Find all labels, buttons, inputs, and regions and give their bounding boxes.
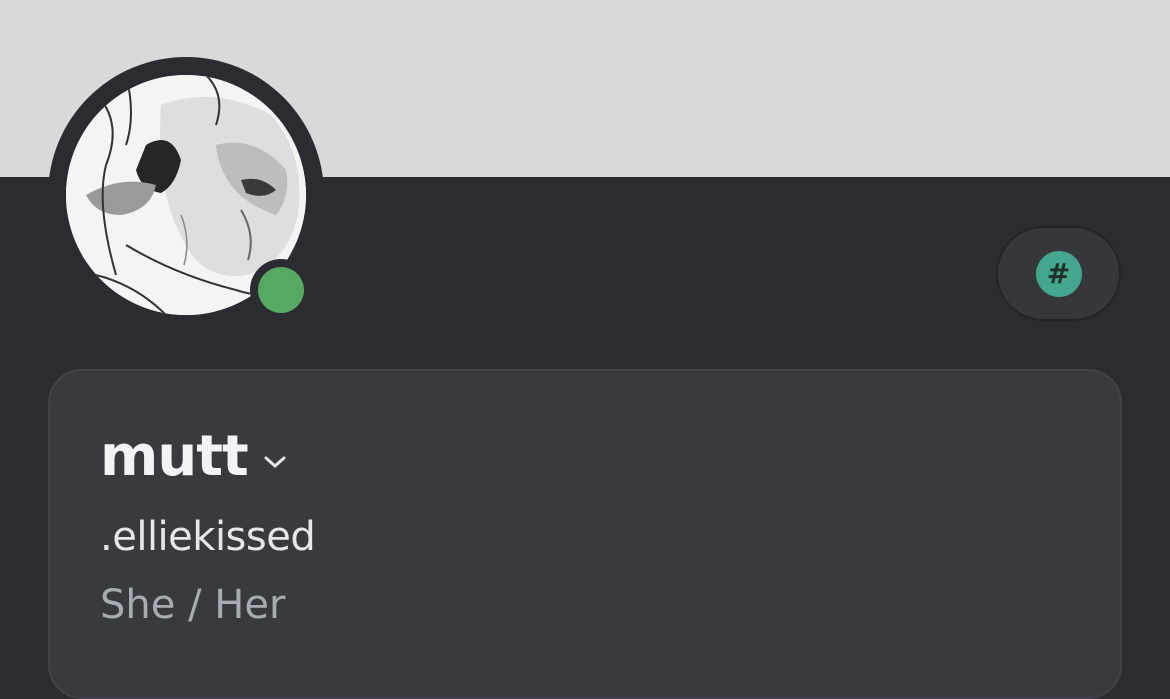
display-name: mutt	[100, 424, 249, 489]
display-name-row[interactable]: mutt	[100, 429, 288, 485]
pronouns: She / Her	[100, 582, 286, 628]
profile-info-card: mutt .elliekissed She / Her	[48, 369, 1122, 699]
badge-button[interactable]: #	[996, 226, 1121, 321]
username: .elliekissed	[100, 514, 316, 560]
online-status-indicator	[258, 267, 304, 313]
hash-icon: #	[1035, 250, 1082, 297]
chevron-down-icon[interactable]	[262, 453, 288, 471]
